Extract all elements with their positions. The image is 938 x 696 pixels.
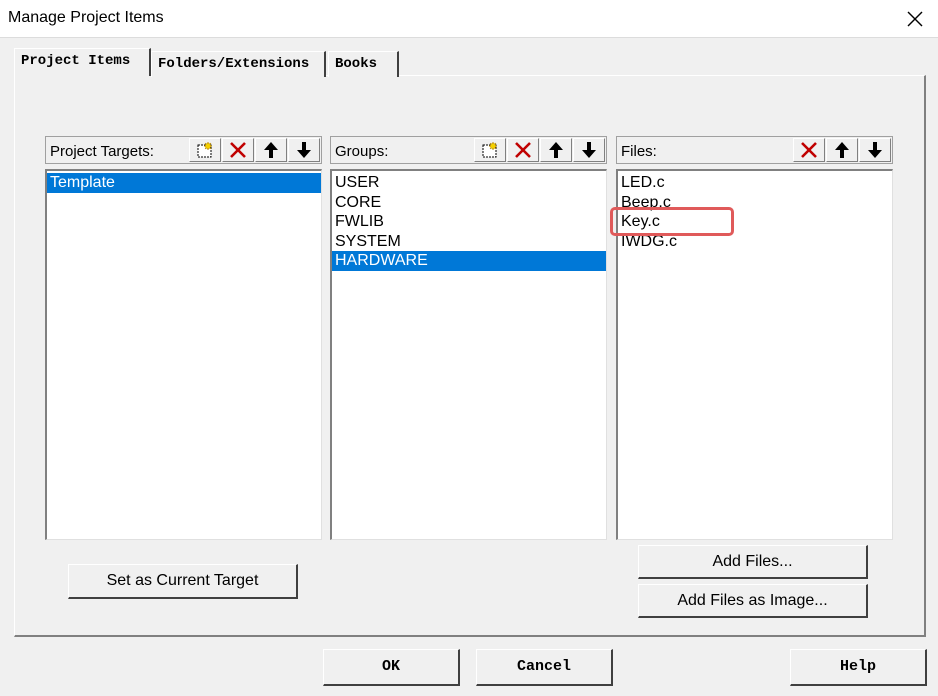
close-button[interactable] (892, 0, 938, 38)
targets-header: Project Targets: (45, 136, 322, 164)
window-title: Manage Project Items (8, 9, 164, 26)
add-files-as-image-button[interactable]: Add Files as Image... (638, 584, 868, 618)
arrow-down-icon (582, 142, 596, 158)
targets-label: Project Targets: (50, 143, 154, 160)
button-label: Add Files... (712, 553, 793, 570)
tab-label: Project Items (21, 53, 131, 69)
list-item-system[interactable]: SYSTEM (332, 232, 606, 252)
button-label: Set as Current Target (106, 572, 259, 589)
list-item-template[interactable]: Template (47, 173, 321, 193)
arrow-down-icon (868, 142, 882, 158)
button-label: Help (839, 658, 876, 675)
highlight-box (610, 207, 734, 236)
button-label: OK (381, 658, 400, 675)
new-group-button[interactable] (474, 138, 506, 162)
tab-label: Folders/Extensions (158, 56, 310, 72)
new-item-icon (197, 141, 213, 158)
delete-icon (515, 142, 531, 158)
help-button[interactable]: Help (790, 649, 927, 686)
arrow-up-icon (549, 142, 563, 158)
move-target-down-button[interactable] (288, 138, 320, 162)
list-item-fwlib[interactable]: FWLIB (332, 212, 606, 232)
tab-books[interactable]: Books (328, 51, 399, 77)
set-current-target-button[interactable]: Set as Current Target (68, 564, 298, 599)
arrow-up-icon (264, 142, 278, 158)
files-label: Files: (621, 143, 657, 160)
delete-file-button[interactable] (793, 138, 825, 162)
files-header: Files: (616, 136, 893, 164)
move-group-down-button[interactable] (573, 138, 605, 162)
cancel-button[interactable]: Cancel (476, 649, 613, 686)
groups-header: Groups: (330, 136, 607, 164)
list-item-led-c[interactable]: LED.c (618, 173, 892, 193)
close-icon (907, 11, 923, 27)
tab-label: Books (335, 56, 378, 72)
button-label: Cancel (516, 658, 571, 675)
delete-target-button[interactable] (222, 138, 254, 162)
ok-button[interactable]: OK (323, 649, 460, 686)
new-target-button[interactable] (189, 138, 221, 162)
tab-folders-extensions[interactable]: Folders/Extensions (151, 51, 326, 77)
delete-icon (801, 142, 817, 158)
move-file-up-button[interactable] (826, 138, 858, 162)
title-bar: Manage Project Items (0, 0, 938, 38)
targets-listbox[interactable]: Template (45, 169, 322, 540)
groups-listbox[interactable]: USER CORE FWLIB SYSTEM HARDWARE (330, 169, 607, 540)
list-item-user[interactable]: USER (332, 173, 606, 193)
move-file-down-button[interactable] (859, 138, 891, 162)
delete-icon (230, 142, 246, 158)
list-item-core[interactable]: CORE (332, 193, 606, 213)
list-item-hardware[interactable]: HARDWARE (332, 251, 606, 271)
arrow-down-icon (297, 142, 311, 158)
add-files-button[interactable]: Add Files... (638, 545, 868, 579)
arrow-up-icon (835, 142, 849, 158)
move-group-up-button[interactable] (540, 138, 572, 162)
button-label: Add Files as Image... (677, 592, 828, 609)
new-item-icon (482, 141, 498, 158)
delete-group-button[interactable] (507, 138, 539, 162)
move-target-up-button[interactable] (255, 138, 287, 162)
tab-project-items[interactable]: Project Items (14, 48, 151, 76)
groups-label: Groups: (335, 143, 389, 160)
